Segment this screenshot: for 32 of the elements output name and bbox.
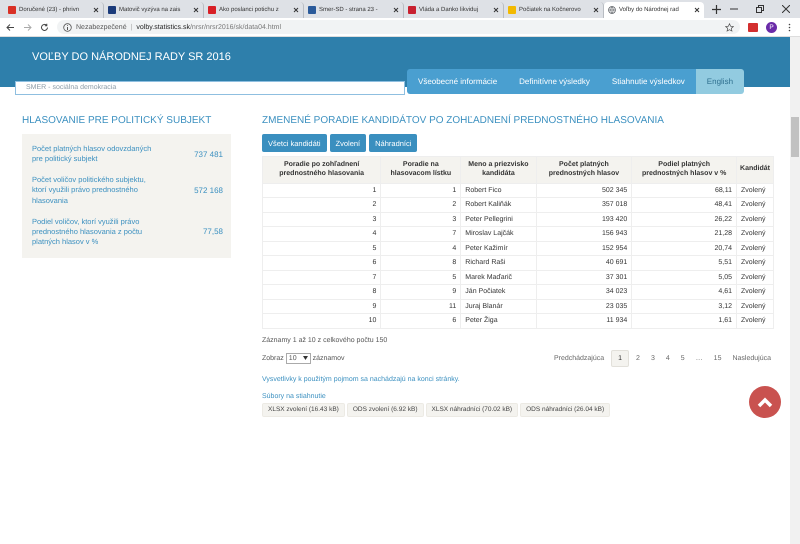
close-icon[interactable] xyxy=(782,5,790,13)
back-icon[interactable] xyxy=(6,22,15,32)
scroll-top-button[interactable] xyxy=(749,386,781,418)
section-title: HLASOVANIE PRE POLITICKÝ SUBJEKT xyxy=(22,115,212,126)
favicon-icon xyxy=(108,6,116,14)
caret-icon xyxy=(302,356,308,360)
plus-icon[interactable] xyxy=(712,5,721,14)
close-icon[interactable] xyxy=(694,7,700,13)
scrollbar[interactable] xyxy=(790,37,800,544)
summary-value: 572 168 xyxy=(194,186,223,195)
site-title: VOĽBY DO NÁRODNEJ RADY SR 2016 xyxy=(32,51,232,63)
favicon-icon xyxy=(208,6,216,14)
favicon-icon xyxy=(308,6,316,14)
star-icon[interactable] xyxy=(725,22,734,32)
close-icon[interactable] xyxy=(493,7,499,13)
summary-value: 77,58 xyxy=(202,227,223,236)
extension-icon[interactable] xyxy=(748,22,758,32)
summary-value: 737 481 xyxy=(194,150,223,159)
restore-icon[interactable] xyxy=(756,5,764,13)
close-icon[interactable] xyxy=(393,7,399,13)
close-icon[interactable] xyxy=(593,7,599,13)
close-icon[interactable] xyxy=(293,7,299,13)
info-icon xyxy=(63,22,72,32)
close-icon[interactable] xyxy=(93,7,99,13)
favicon-icon xyxy=(408,6,416,14)
close-icon[interactable] xyxy=(193,7,199,13)
favicon-icon xyxy=(508,6,516,14)
chevron-up-icon xyxy=(757,396,773,408)
section-title: ZMENENÉ PORADIE KANDIDÁTOV PO ZOHĽADNENÍ PREDNOSTNÉHO HLASOVANIA xyxy=(262,115,665,126)
reload-icon[interactable] xyxy=(40,22,49,32)
favicon-icon xyxy=(8,6,16,14)
globe-icon xyxy=(608,6,616,14)
